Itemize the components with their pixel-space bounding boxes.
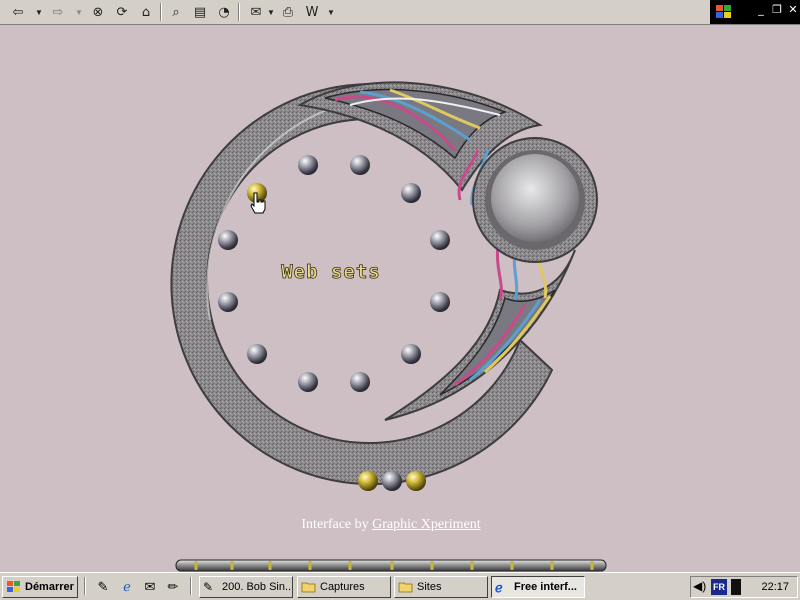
menu-ball[interactable]: [350, 155, 370, 175]
task-captures[interactable]: Captures: [297, 576, 391, 598]
start-button[interactable]: Démarrer: [2, 576, 78, 598]
outlook-icon[interactable]: ✉: [141, 578, 159, 596]
nav-ball-left[interactable]: [358, 471, 378, 491]
menu-title: Web sets: [281, 261, 381, 283]
start-label: Démarrer: [25, 581, 74, 593]
task-label: 200. Bob Sin...: [222, 581, 293, 593]
nav-ball-right[interactable]: [406, 471, 426, 491]
show-desktop-icon[interactable]: ✎: [94, 578, 112, 596]
language-indicator[interactable]: FR: [711, 579, 727, 595]
menu-ball[interactable]: [350, 372, 370, 392]
print-icon[interactable]: ⎙: [278, 2, 298, 22]
menu-ball[interactable]: [247, 344, 267, 364]
favorites-icon[interactable]: ▤: [190, 2, 210, 22]
toolbar-separator: [238, 3, 240, 21]
folder-icon: [301, 582, 316, 593]
credit-line: Interface by Graphic Xperiment: [0, 517, 782, 533]
menu-ball[interactable]: [401, 344, 421, 364]
interface-artwork: Web sets: [170, 81, 607, 572]
toolbar-separator: [160, 3, 162, 21]
menu-ball[interactable]: [218, 230, 238, 250]
edit-icon[interactable]: W: [302, 2, 322, 22]
forward-dropdown-icon[interactable]: ▼: [74, 2, 84, 22]
menu-ball[interactable]: [298, 372, 318, 392]
pencil-icon: ✎: [203, 580, 214, 594]
volume-icon[interactable]: ◀): [693, 579, 706, 593]
menu-ball[interactable]: [430, 230, 450, 250]
task-bob[interactable]: ✎ 200. Bob Sin...: [199, 576, 293, 598]
home-icon[interactable]: ⌂: [136, 2, 156, 22]
mail-dropdown-icon[interactable]: ▼: [266, 2, 276, 22]
history-icon[interactable]: ◔: [214, 2, 234, 22]
channels-icon[interactable]: ✏: [164, 578, 182, 596]
menu-ball[interactable]: [218, 292, 238, 312]
bottom-pipe: [175, 559, 607, 572]
folder-icon: [398, 582, 413, 593]
taskbar-separator: [190, 577, 192, 595]
back-dropdown-icon[interactable]: ▼: [34, 2, 44, 22]
task-label: Free interf...: [514, 581, 577, 593]
menu-ball[interactable]: [430, 292, 450, 312]
task-label: Sites: [417, 581, 442, 593]
forward-icon[interactable]: ⇨: [48, 2, 68, 22]
menu-ball[interactable]: [298, 155, 318, 175]
ie-icon: ℯ: [495, 580, 503, 595]
browser-toolbar: ⇦ ▼ ⇨ ▼ ⊗ ⟳ ⌂ ⌕ ▤ ◔ ✉ ▼ ⎙ W ▼ _ ❐ ✕: [0, 0, 800, 25]
ie-icon[interactable]: ℯ: [118, 578, 136, 596]
task-free-interf[interactable]: ℯ Free interf...: [491, 576, 585, 598]
windows-logo-icon: [7, 581, 20, 592]
menu-ball[interactable]: [401, 183, 421, 203]
credit-prefix: Interface by: [301, 517, 373, 532]
clock: 22:17: [761, 581, 789, 593]
stop-icon[interactable]: ⊗: [88, 2, 108, 22]
taskbar: Démarrer ✎ ℯ ✉ ✏ ✎ 200. Bob Sin... Captu…: [0, 572, 800, 600]
search-icon[interactable]: ⌕: [166, 2, 186, 22]
minimize-icon[interactable]: _: [754, 3, 768, 17]
window-controls: _ ❐ ✕: [710, 0, 800, 24]
taskbar-separator: [84, 577, 86, 595]
page-content: Web sets Interface by Graphic Xperiment: [0, 25, 800, 572]
credit-link[interactable]: Graphic Xperiment: [372, 517, 480, 532]
tray-app-icon[interactable]: [731, 579, 741, 595]
task-label: Captures: [320, 581, 365, 593]
restore-icon[interactable]: ❐: [770, 3, 784, 17]
refresh-icon[interactable]: ⟳: [112, 2, 132, 22]
crescent-frame: [170, 81, 598, 485]
close-icon[interactable]: ✕: [786, 3, 800, 17]
task-sites[interactable]: Sites: [394, 576, 488, 598]
nav-ball-center[interactable]: [382, 471, 402, 491]
system-tray: ◀) FR 22:17: [690, 576, 798, 598]
edit-dropdown-icon[interactable]: ▼: [326, 2, 336, 22]
back-icon[interactable]: ⇦: [8, 2, 28, 22]
mail-icon[interactable]: ✉: [246, 2, 266, 22]
windows-logo-icon: [716, 5, 731, 18]
